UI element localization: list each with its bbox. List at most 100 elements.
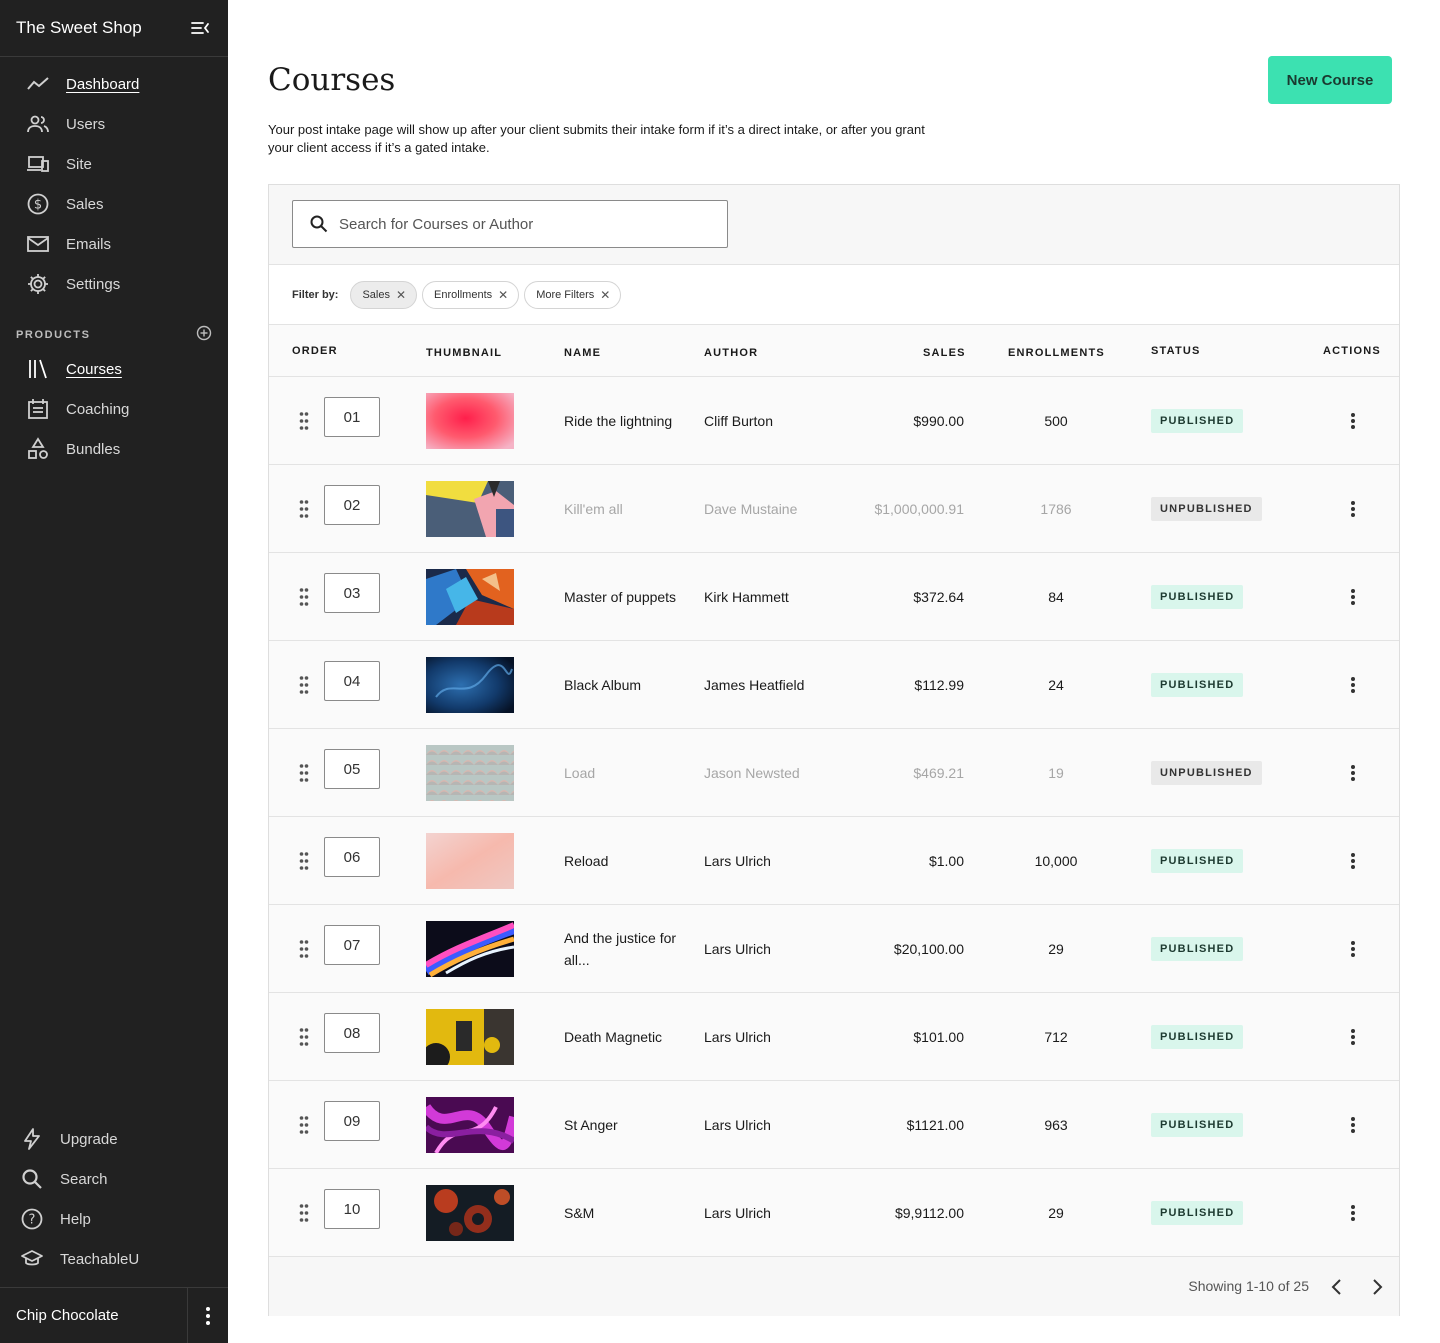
- order-input[interactable]: 08: [324, 1013, 380, 1053]
- order-input[interactable]: 01: [324, 397, 380, 437]
- course-thumbnail[interactable]: [426, 1185, 514, 1241]
- row-actions-button[interactable]: [1346, 409, 1360, 433]
- course-enrollments: 10,000: [1034, 853, 1078, 869]
- app-title: The Sweet Shop: [16, 18, 142, 37]
- gear-icon: [26, 272, 50, 296]
- drag-handle-icon[interactable]: [299, 1115, 309, 1135]
- nav-item-coaching[interactable]: Coaching: [0, 389, 228, 429]
- drag-handle-icon[interactable]: [299, 939, 309, 959]
- search-field[interactable]: [292, 200, 728, 248]
- chevron-left-icon[interactable]: [1327, 1277, 1347, 1297]
- order-input[interactable]: 06: [324, 837, 380, 877]
- order-input[interactable]: 03: [324, 573, 380, 613]
- drag-handle-icon[interactable]: [299, 851, 309, 871]
- page-description: Your post intake page will show up after…: [268, 122, 925, 155]
- nav-item-help[interactable]: ? Help: [0, 1199, 228, 1239]
- add-product-icon[interactable]: [196, 325, 212, 341]
- nav-item-site[interactable]: Site: [0, 144, 228, 184]
- course-name[interactable]: Load: [564, 729, 684, 817]
- table-row: 06 Reload Lars Ulrich $1.00 10,000 PUBLI…: [269, 817, 1399, 905]
- course-name[interactable]: Master of puppets: [564, 553, 684, 641]
- nav-label: Site: [66, 155, 92, 173]
- course-thumbnail[interactable]: [426, 1097, 514, 1153]
- close-icon[interactable]: ✕: [600, 288, 610, 302]
- drag-handle-icon[interactable]: [299, 587, 309, 607]
- nav-item-teachableu[interactable]: TeachableU: [0, 1239, 228, 1279]
- course-thumbnail[interactable]: [426, 657, 514, 713]
- filter-chip-more-filters[interactable]: More Filters ✕: [524, 280, 622, 309]
- row-actions-button[interactable]: [1346, 849, 1360, 873]
- drag-handle-icon[interactable]: [299, 1203, 309, 1223]
- drag-handle-icon[interactable]: [299, 763, 309, 783]
- order-input[interactable]: 09: [324, 1101, 380, 1141]
- header-enrollments[interactable]: ENROLLMENTS: [1008, 347, 1105, 359]
- course-thumbnail[interactable]: [426, 745, 514, 801]
- course-thumbnail[interactable]: [426, 921, 514, 977]
- chevron-right-icon[interactable]: [1367, 1277, 1387, 1297]
- collapse-menu-icon[interactable]: [190, 18, 210, 38]
- row-actions-button[interactable]: [1346, 1025, 1360, 1049]
- nav-item-users[interactable]: Users: [0, 104, 228, 144]
- course-enrollments: 29: [1048, 1205, 1064, 1221]
- nav-item-emails[interactable]: Emails: [0, 224, 228, 264]
- products-section-header: PRODUCTS: [0, 310, 228, 343]
- nav-item-settings[interactable]: Settings: [0, 264, 228, 304]
- course-thumbnail[interactable]: [426, 481, 514, 537]
- filter-chip-enrollments[interactable]: Enrollments ✕: [422, 280, 520, 309]
- course-thumbnail[interactable]: [426, 833, 514, 889]
- row-actions-button[interactable]: [1346, 761, 1360, 785]
- chip-label: Enrollments: [434, 288, 493, 301]
- nav-item-bundles[interactable]: Bundles: [0, 429, 228, 469]
- course-thumbnail[interactable]: [426, 1009, 514, 1065]
- course-author: Lars Ulrich: [704, 1117, 771, 1133]
- drag-handle-icon[interactable]: [299, 675, 309, 695]
- nav-item-courses[interactable]: Courses: [0, 349, 228, 389]
- course-name[interactable]: St Anger: [564, 1081, 684, 1169]
- course-thumbnail[interactable]: [426, 393, 514, 449]
- nav-item-dashboard[interactable]: Dashboard: [0, 64, 228, 104]
- new-course-button[interactable]: New Course: [1268, 56, 1392, 104]
- row-actions-button[interactable]: [1346, 585, 1360, 609]
- course-name[interactable]: Kill'em all: [564, 465, 684, 553]
- user-account: Chip Chocolate: [0, 1287, 228, 1343]
- row-actions-button[interactable]: [1346, 673, 1360, 697]
- row-actions-button[interactable]: [1346, 1201, 1360, 1225]
- kebab-menu-icon: [1351, 413, 1355, 429]
- pagination-status: Showing 1-10 of 25: [1188, 1278, 1309, 1294]
- kebab-menu-icon: [1351, 677, 1355, 693]
- nav-item-upgrade[interactable]: Upgrade: [0, 1119, 228, 1159]
- drag-handle-icon[interactable]: [299, 411, 309, 431]
- header-sales[interactable]: SALES: [923, 347, 966, 359]
- course-name[interactable]: Death Magnetic: [564, 993, 684, 1081]
- drag-handle-icon[interactable]: [299, 499, 309, 519]
- nav-item-sales[interactable]: $ Sales: [0, 184, 228, 224]
- search-input[interactable]: [339, 215, 699, 233]
- nav-item-search[interactable]: Search: [0, 1159, 228, 1199]
- course-name[interactable]: Black Album: [564, 641, 684, 729]
- order-input[interactable]: 02: [324, 485, 380, 525]
- order-input[interactable]: 07: [324, 925, 380, 965]
- dollar-icon: $: [26, 192, 50, 216]
- user-menu-button[interactable]: [187, 1287, 228, 1343]
- filter-chip-sales[interactable]: Sales ✕: [350, 280, 418, 309]
- devices-icon: [26, 152, 50, 176]
- course-name[interactable]: And the justice for all...: [564, 905, 684, 993]
- header-order[interactable]: ORDER: [292, 345, 338, 357]
- close-icon[interactable]: ✕: [498, 288, 508, 302]
- row-actions-button[interactable]: [1346, 1113, 1360, 1137]
- order-input[interactable]: 04: [324, 661, 380, 701]
- course-name[interactable]: Ride the lightning: [564, 377, 684, 465]
- order-input[interactable]: 10: [324, 1189, 380, 1229]
- header-name[interactable]: NAME: [564, 347, 601, 359]
- drag-handle-icon[interactable]: [299, 1027, 309, 1047]
- user-name[interactable]: Chip Chocolate: [0, 1307, 187, 1324]
- course-name[interactable]: S&M: [564, 1169, 684, 1257]
- row-actions-button[interactable]: [1346, 937, 1360, 961]
- course-thumbnail[interactable]: [426, 569, 514, 625]
- close-icon[interactable]: ✕: [396, 288, 406, 302]
- row-actions-button[interactable]: [1346, 497, 1360, 521]
- order-input[interactable]: 05: [324, 749, 380, 789]
- course-name[interactable]: Reload: [564, 817, 684, 905]
- header-author[interactable]: AUTHOR: [704, 347, 758, 359]
- header-status[interactable]: STATUS: [1151, 345, 1201, 357]
